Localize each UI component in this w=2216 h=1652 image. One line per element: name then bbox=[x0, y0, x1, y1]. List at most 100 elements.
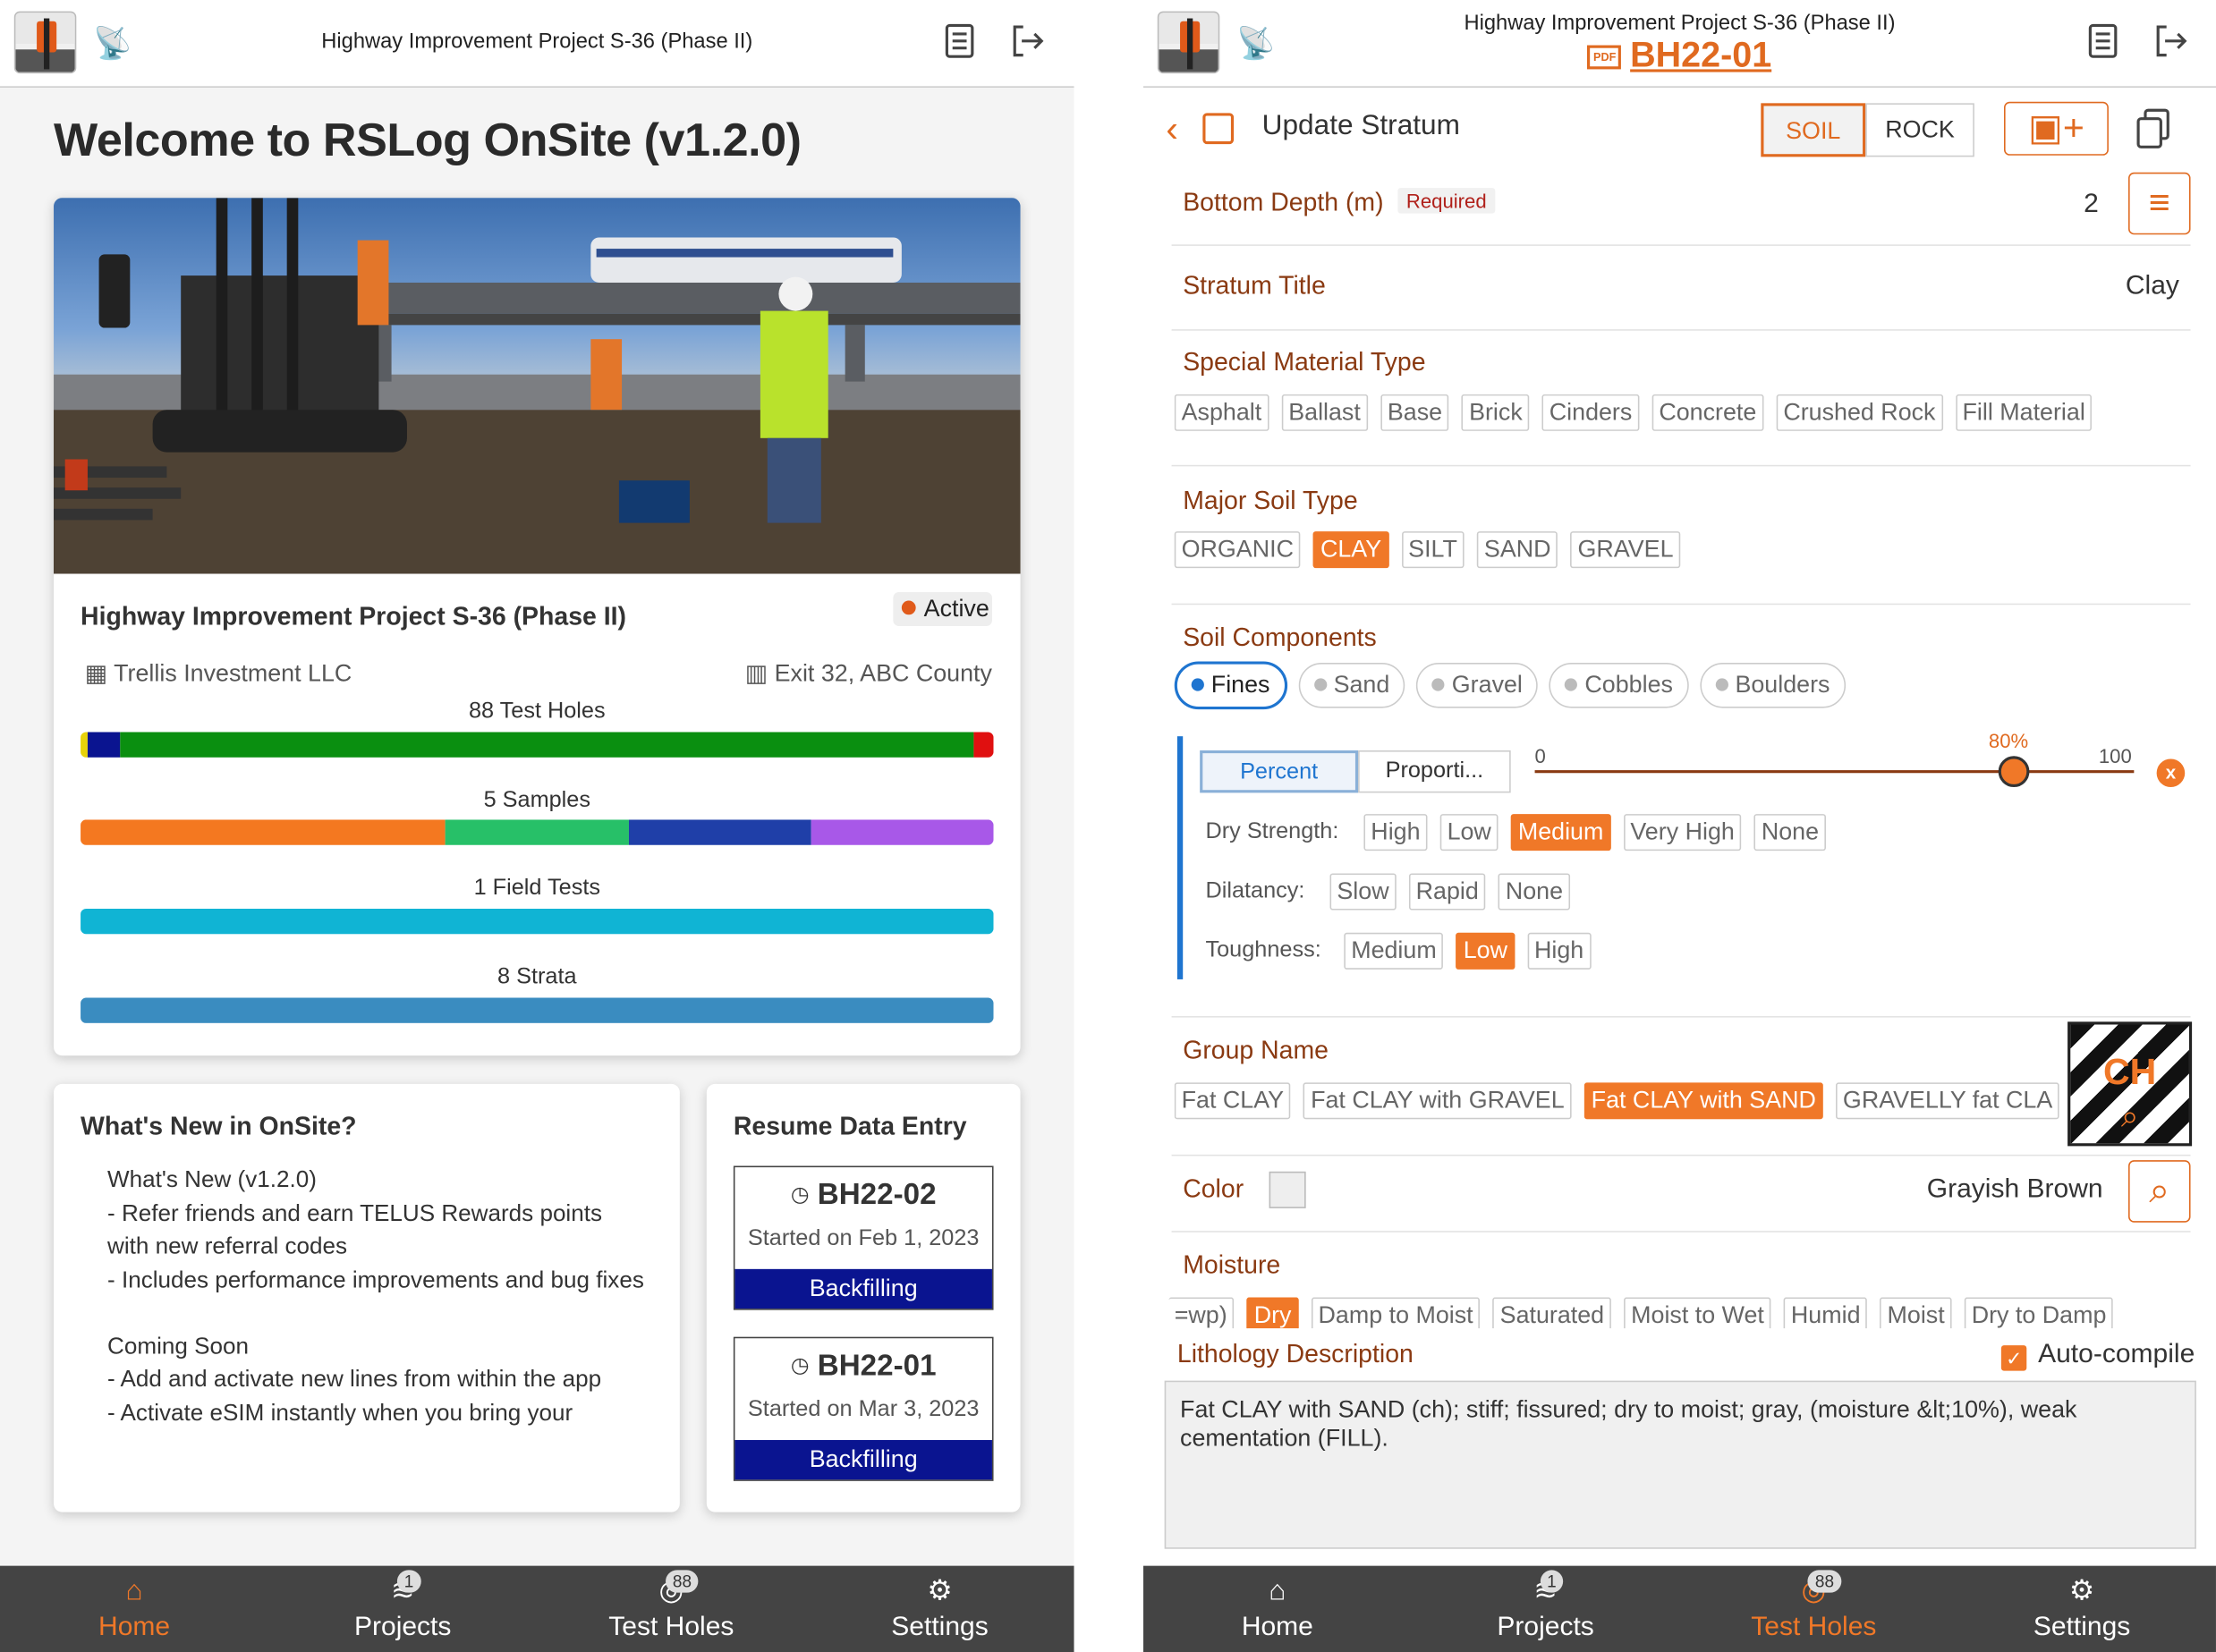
gear-icon: ⚙ bbox=[927, 1575, 953, 1607]
client: ▦ Trellis Investment LLC bbox=[85, 660, 352, 689]
color-swatch[interactable] bbox=[1269, 1171, 1306, 1208]
chip-saturated[interactable]: Saturated bbox=[1492, 1297, 1612, 1329]
percent-toggle[interactable]: Percent bbox=[1200, 750, 1359, 793]
nav-test-holes-label: Test Holes bbox=[1751, 1612, 1877, 1642]
chip-very-high[interactable]: Very High bbox=[1623, 814, 1742, 851]
save-icon[interactable] bbox=[1202, 113, 1235, 145]
soil-toggle[interactable]: SOIL bbox=[1761, 103, 1866, 157]
chip-fat-clay-sand[interactable]: Fat CLAY with SAND bbox=[1583, 1082, 1823, 1120]
chip-medium[interactable]: Medium bbox=[1344, 932, 1444, 970]
nav-test-holes-label: Test Holes bbox=[608, 1612, 734, 1642]
proportion-toggle[interactable]: Proporti... bbox=[1358, 750, 1511, 793]
resume-item-bh22-01[interactable]: ◷ BH22-01 Started on Mar 3, 2023 Backfil… bbox=[733, 1336, 994, 1481]
chip-dry-to-damp[interactable]: Dry to Damp bbox=[1964, 1297, 2114, 1329]
chip-rapid[interactable]: Rapid bbox=[1408, 873, 1486, 911]
news-line: - Add and activate new lines from within… bbox=[107, 1366, 602, 1393]
book-icon[interactable] bbox=[941, 22, 978, 59]
chip-cinders[interactable]: Cinders bbox=[1541, 394, 1640, 431]
nav-home[interactable]: ⌂ Home bbox=[1143, 1566, 1412, 1652]
remove-component-icon[interactable]: x bbox=[2156, 758, 2186, 788]
chip-high[interactable]: High bbox=[1363, 814, 1428, 851]
chip-low[interactable]: Low bbox=[1456, 932, 1515, 970]
pill-boulders[interactable]: Boulders bbox=[1699, 663, 1846, 708]
news-line: - Refer friends and earn TELUS Rewards p… bbox=[107, 1200, 603, 1259]
logout-icon[interactable] bbox=[1009, 22, 1046, 59]
stratum-title-input[interactable]: Clay bbox=[2126, 271, 2179, 302]
fines-detail-panel: Percent Proporti... 0 100 80% x Dry Stre… bbox=[1176, 729, 2186, 979]
chip-high[interactable]: High bbox=[1527, 932, 1592, 970]
bottom-depth-input[interactable]: 2 bbox=[2084, 190, 2099, 221]
nav-test-holes[interactable]: ◎88Test Holes bbox=[537, 1566, 805, 1652]
nav-settings[interactable]: ⚙ Settings bbox=[1948, 1566, 2216, 1652]
logout-icon[interactable] bbox=[2152, 22, 2189, 59]
chip-organic[interactable]: ORGANIC bbox=[1174, 531, 1301, 569]
hole-id[interactable]: PDF BH22-01 bbox=[1143, 36, 2216, 77]
chip-fat-clay-gravel[interactable]: Fat CLAY with GRAVEL bbox=[1303, 1082, 1572, 1120]
chip-fill-material[interactable]: Fill Material bbox=[1955, 394, 2093, 431]
slider-thumb[interactable] bbox=[1998, 756, 2030, 788]
chip-silt[interactable]: SILT bbox=[1401, 531, 1465, 569]
chip-damp-to-moist[interactable]: Damp to Moist bbox=[1311, 1297, 1481, 1329]
chip-asphalt[interactable]: Asphalt bbox=[1174, 394, 1269, 431]
whats-new-body: What's New (v1.2.0) - Refer friends and … bbox=[107, 1165, 644, 1476]
pill-gravel[interactable]: Gravel bbox=[1416, 663, 1539, 708]
pill-fines[interactable]: Fines bbox=[1174, 661, 1287, 710]
menu-button[interactable]: ≡ bbox=[2128, 172, 2191, 235]
soil-components-label: Soil Components bbox=[1183, 623, 1377, 652]
chip-moist[interactable]: Moist bbox=[1880, 1297, 1952, 1329]
nav-home[interactable]: ⌂ Home bbox=[0, 1566, 268, 1652]
book-icon[interactable] bbox=[2084, 22, 2121, 59]
color-search-button[interactable]: ⌕ bbox=[2128, 1160, 2191, 1223]
pill-sand[interactable]: Sand bbox=[1298, 663, 1405, 708]
building-icon: ▦ bbox=[84, 659, 108, 687]
chip-none[interactable]: None bbox=[1498, 873, 1570, 911]
chip-crushed-rock[interactable]: Crushed Rock bbox=[1776, 394, 1943, 431]
chip-concrete[interactable]: Concrete bbox=[1651, 394, 1764, 431]
chip-ballast[interactable]: Ballast bbox=[1281, 394, 1368, 431]
resume-item-bh22-02[interactable]: ◷ BH22-02 Started on Feb 1, 2023 Backfil… bbox=[733, 1165, 994, 1310]
client-name: Trellis Investment LLC bbox=[114, 659, 352, 687]
resume-date: Started on Mar 3, 2023 bbox=[747, 1397, 980, 1422]
nav-projects-label: Projects bbox=[1497, 1612, 1594, 1642]
chip-clay[interactable]: CLAY bbox=[1313, 531, 1389, 569]
chip-brick[interactable]: Brick bbox=[1462, 394, 1530, 431]
resume-id: BH22-02 bbox=[817, 1178, 937, 1212]
nav-test-holes[interactable]: ◎88Test Holes bbox=[1679, 1566, 1948, 1652]
rock-toggle[interactable]: ROCK bbox=[1865, 103, 1974, 157]
chip-base[interactable]: Base bbox=[1380, 394, 1449, 431]
chip-gravelly-fat-clay[interactable]: GRAVELLY fat CLA bbox=[1836, 1082, 2060, 1120]
test-holes-count: 88 bbox=[1808, 1570, 1841, 1593]
lithology-description-textarea[interactable]: Fat CLAY with SAND (ch); stiff; fissured… bbox=[1164, 1380, 2196, 1549]
bar-segment bbox=[446, 819, 629, 845]
lithology-label: Lithology Description bbox=[1176, 1339, 1414, 1368]
chip-dry[interactable]: Dry bbox=[1246, 1297, 1299, 1329]
chip-medium[interactable]: Medium bbox=[1510, 814, 1611, 851]
nav-projects[interactable]: ≋1Projects bbox=[1412, 1566, 1680, 1652]
uscs-symbol-tile[interactable]: CH ⌕ bbox=[2067, 1021, 2193, 1147]
top-bar: 📡 Highway Improvement Project S-36 (Phas… bbox=[0, 0, 1074, 88]
project-card[interactable]: Highway Improvement Project S-36 (Phase … bbox=[54, 198, 1021, 1056]
chip-gravel[interactable]: GRAVEL bbox=[1570, 531, 1681, 569]
slider-track[interactable] bbox=[1534, 756, 2135, 788]
pdf-icon[interactable]: PDF bbox=[1587, 45, 1622, 70]
chip-none[interactable]: None bbox=[1753, 814, 1826, 851]
dilatancy-label: Dilatancy: bbox=[1205, 878, 1305, 903]
back-chevron-icon[interactable]: ‹ bbox=[1166, 107, 1178, 151]
chip-moist-to-wet[interactable]: Moist to Wet bbox=[1624, 1297, 1771, 1329]
nav-projects[interactable]: ≋1Projects bbox=[268, 1566, 537, 1652]
strata-bar bbox=[81, 997, 994, 1023]
pill-cobbles[interactable]: Cobbles bbox=[1549, 663, 1689, 708]
save-add-button[interactable]: ▣+ bbox=[2004, 101, 2109, 156]
chip-slow[interactable]: Slow bbox=[1329, 873, 1397, 911]
chip-low[interactable]: Low bbox=[1439, 814, 1499, 851]
toughness-label: Toughness: bbox=[1205, 938, 1321, 962]
chip-wp[interactable]: =wp) bbox=[1168, 1297, 1235, 1329]
nav-settings[interactable]: ⚙ Settings bbox=[805, 1566, 1074, 1652]
test-holes-bar bbox=[81, 732, 994, 758]
chip-fat-clay[interactable]: Fat CLAY bbox=[1174, 1082, 1291, 1120]
autocompile-checkbox[interactable]: ✓ Auto-compile bbox=[2001, 1340, 2195, 1371]
stratum-screen: 📡 Highway Improvement Project S-36 (Phas… bbox=[1142, 0, 2216, 1652]
chip-sand[interactable]: SAND bbox=[1477, 531, 1558, 569]
chip-humid[interactable]: Humid bbox=[1784, 1297, 1868, 1329]
copy-icon[interactable] bbox=[2135, 107, 2172, 148]
